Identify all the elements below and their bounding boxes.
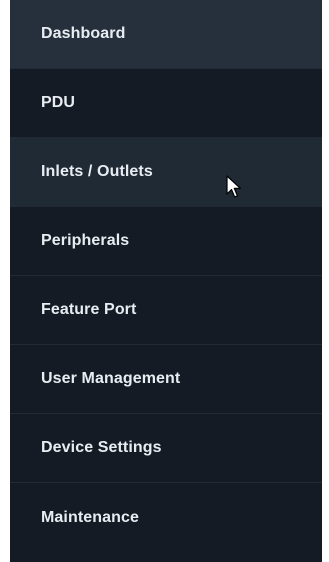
sidebar-item-label: Inlets / Outlets [41,163,153,180]
sidebar-item-dashboard[interactable]: Dashboard [10,0,322,69]
sidebar-item-label: PDU [41,94,76,111]
sidebar-item-label: Peripherals [41,232,130,249]
sidebar-item-user-management[interactable]: User Management [10,345,322,414]
sidebar-item-pdu[interactable]: PDU [10,69,322,138]
sidebar-item-device-settings[interactable]: Device Settings [10,414,322,483]
sidebar-item-label: Maintenance [41,508,140,526]
sidebar-item-inlets-outlets[interactable]: Inlets / Outlets [10,138,322,207]
sidebar-item-peripherals[interactable]: Peripherals [10,207,322,276]
mouse-pointer-icon [226,175,242,198]
sidebar-item-feature-port[interactable]: Feature Port [10,276,322,345]
sidebar-item-maintenance[interactable]: Maintenance [10,483,322,552]
sidebar-item-label: Device Settings [41,439,162,456]
sidebar-item-label: Dashboard [41,25,126,42]
sidebar-menu: Dashboard PDU Inlets / Outlets Periphera… [10,0,322,562]
sidebar-item-label: Feature Port [41,301,137,318]
sidebar-item-label: User Management [41,370,181,387]
